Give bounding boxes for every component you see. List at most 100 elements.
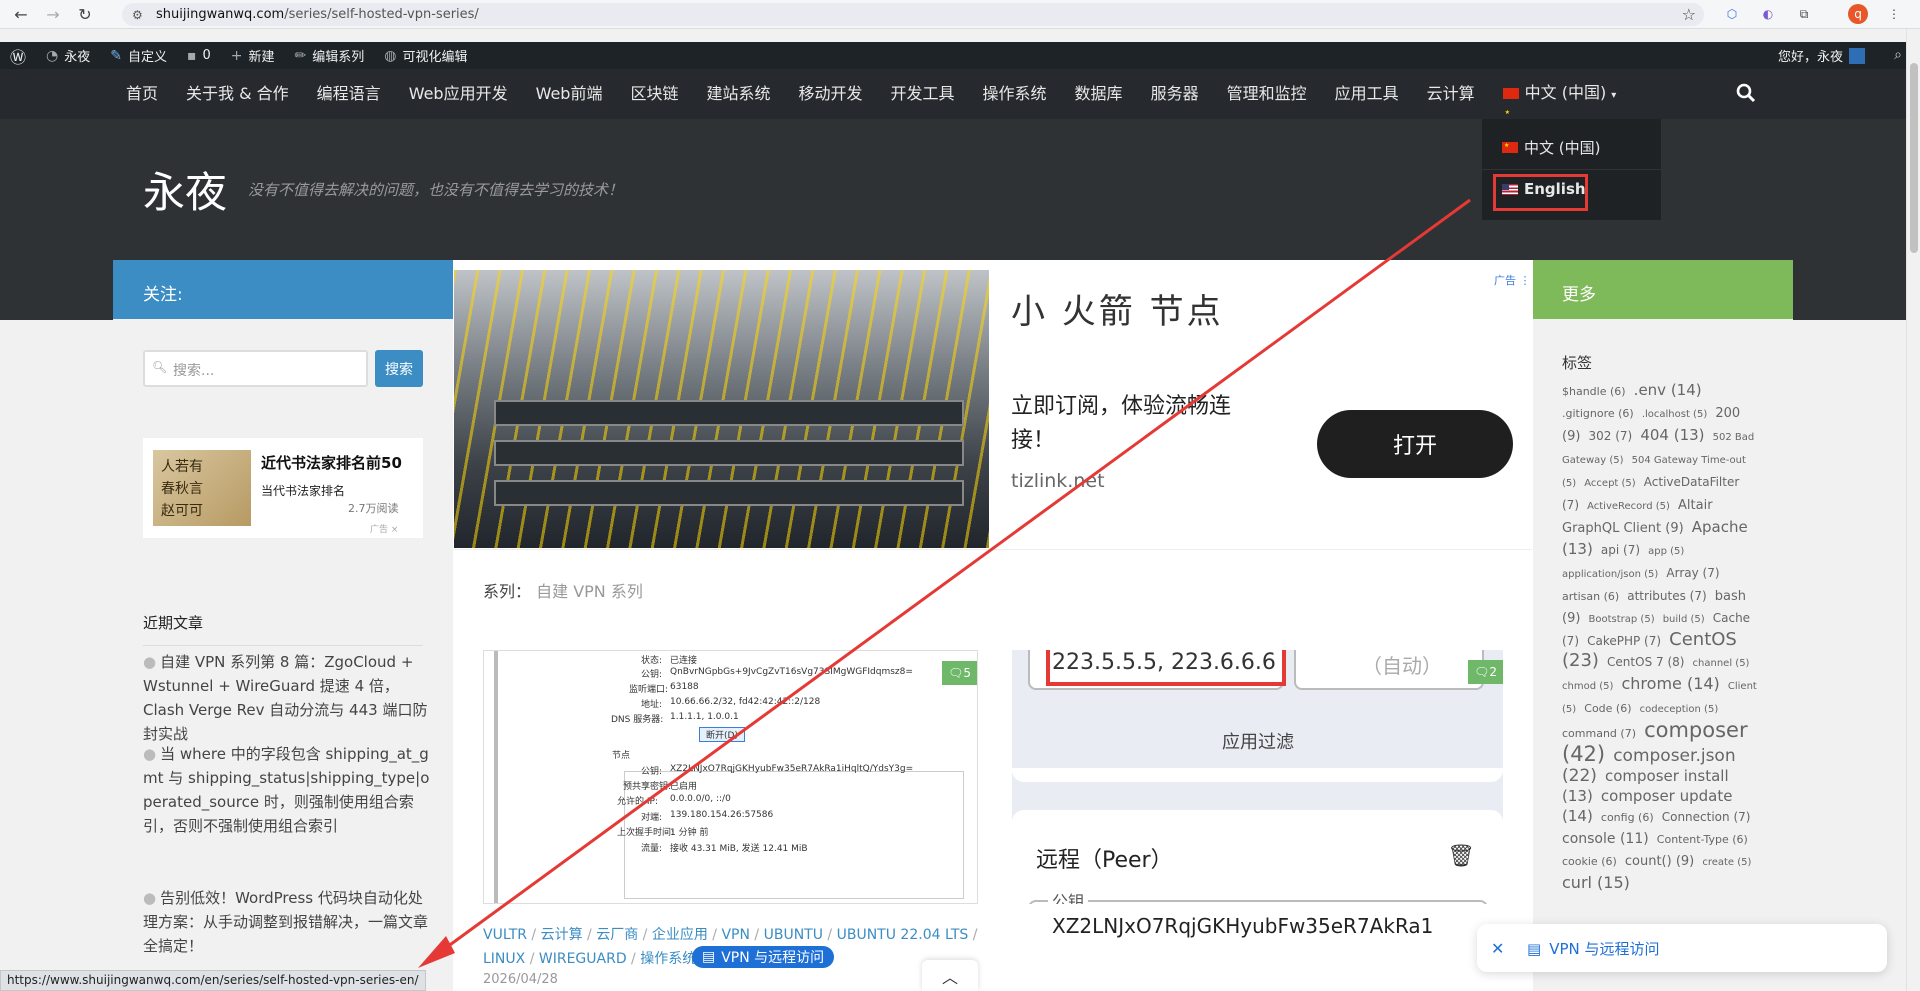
post-tag-link[interactable]: VULTR [483, 927, 527, 943]
banner-ad-open-button[interactable]: 打开 [1317, 410, 1513, 478]
nav-item-cloud[interactable]: 云计算 [1413, 69, 1489, 119]
close-icon[interactable]: × [391, 525, 399, 535]
tag-cloud-item[interactable]: codeception (5) [1640, 704, 1719, 715]
tag-cloud-item[interactable]: CakePHP (7) [1587, 634, 1661, 648]
nav-item-blockchain[interactable]: 区块链 [616, 69, 692, 119]
tag-cloud-item[interactable]: build (5) [1663, 614, 1705, 625]
tag-cloud-item[interactable]: Array (7) [1666, 566, 1719, 580]
banner-ad[interactable]: 小 火箭 节点 立即订阅，体验流畅连接！ tizlink.net 打开 广告 ⋮ [454, 270, 1532, 550]
comment-count-badge[interactable]: 🗨︎ 2 [1468, 660, 1503, 684]
address-bar[interactable]: ⚙ shuijingwanwq.com/series/self-hosted-v… [122, 3, 1704, 26]
recent-post-item[interactable]: ● 当 where 中的字段包含 shipping_at_gmt 与 shippi… [143, 742, 433, 838]
tag-cloud-item[interactable]: artisan (6) [1562, 590, 1619, 603]
post-tag-link[interactable]: UBUNTU 22.04 LTS [837, 927, 969, 943]
post-tag-link[interactable]: UBUNTU [764, 927, 823, 943]
post-thumbnail-wireguard-mobile[interactable]: 223.5.5.5, 223.6.6.6 （自动） 应用过滤 远程（Peer） … [1012, 650, 1503, 904]
tag-cloud-item[interactable]: Code (6) [1584, 702, 1631, 715]
adminbar-search-icon[interactable]: ⌕ [1894, 47, 1902, 63]
tag-cloud-item[interactable]: Content-Type (6) [1657, 833, 1748, 846]
tag-cloud-item[interactable]: .localhost (5) [1642, 409, 1707, 420]
tag-cloud-item[interactable]: $handle (6) [1562, 385, 1626, 398]
nav-item-app-tools[interactable]: 应用工具 [1321, 69, 1413, 119]
back-arrow-icon[interactable]: ← [10, 3, 32, 25]
forward-arrow-icon[interactable]: → [42, 3, 64, 25]
tag-cloud-item[interactable]: Connection (7) [1662, 810, 1751, 824]
adminbar-edit-series[interactable]: ✏ 编辑系列 [285, 42, 375, 69]
adminbar-new[interactable]: + 新建 [221, 42, 285, 69]
tag-cloud-item[interactable]: chmod (5) [1562, 681, 1613, 692]
vpn-category-pill[interactable]: ▤ VPN 与远程访问 [692, 946, 835, 968]
tag-cloud-item[interactable]: cookie (6) [1562, 855, 1617, 868]
tag-cloud-item[interactable]: attributes (7) [1627, 589, 1706, 603]
reload-icon[interactable]: ↻ [74, 3, 96, 25]
post-tag-link[interactable]: 云计算 [541, 927, 583, 943]
extension-planet-icon[interactable]: ◐ [1758, 4, 1778, 24]
comment-count-badge[interactable]: 🗨︎ 5 [942, 661, 977, 685]
recent-post-link[interactable]: 自建 VPN 系列第 8 篇：ZgoCloud + Wstunnel + Wir… [143, 653, 427, 743]
bookmark-star-icon[interactable]: ☆ [1682, 5, 1696, 24]
post-tag-link[interactable]: 企业应用 [652, 927, 708, 943]
post-tag-link[interactable]: 云厂商 [596, 927, 638, 943]
nav-item-language-switcher[interactable]: 中文 (中国) ▾ [1489, 68, 1631, 138]
nav-item-languages[interactable]: 编程语言 [303, 69, 395, 119]
lang-option-zh[interactable]: 中文 (中国) [1502, 137, 1600, 158]
adminbar-visual-edit[interactable]: ◍ 可视化编辑 [374, 42, 477, 69]
tag-cloud-item[interactable]: curl (15) [1562, 873, 1630, 892]
tag-cloud-item[interactable]: .env (14) [1634, 381, 1702, 399]
tag-cloud-item[interactable]: console (11) [1562, 831, 1649, 847]
nav-item-monitoring[interactable]: 管理和监控 [1213, 69, 1321, 119]
scroll-up-chevron-icon[interactable]: ︿ [922, 960, 978, 991]
nav-item-home[interactable]: 首页 [112, 69, 172, 119]
search-button[interactable]: 搜索 [375, 350, 423, 387]
tag-cloud-item[interactable]: Bootstrap (5) [1589, 614, 1655, 625]
search-input[interactable]: 搜索... [143, 350, 368, 387]
toc-link[interactable]: ▤ VPN 与远程访问 [1527, 938, 1659, 959]
tag-cloud-item[interactable]: api (7) [1601, 543, 1640, 557]
recent-post-link[interactable]: 当 where 中的字段包含 shipping_at_gmt 与 shippin… [143, 745, 429, 835]
nav-item-frontend[interactable]: Web前端 [522, 69, 617, 119]
tag-cloud-item[interactable]: channel (5) [1693, 658, 1750, 669]
post-tag-link[interactable]: LINUX [483, 951, 525, 967]
page-scrollbar[interactable] [1906, 29, 1920, 991]
floating-series-toc[interactable]: ✕ ▤ VPN 与远程访问 [1477, 924, 1887, 972]
nav-item-about[interactable]: 关于我 & 合作 [172, 69, 303, 119]
tag-cloud-item[interactable]: .gitignore (6) [1562, 407, 1634, 420]
tag-cloud-item[interactable]: ActiveRecord (5) [1587, 501, 1670, 512]
post-thumbnail-wireguard-client[interactable]: 状态: 已连接 公钥: QnBvrNGpbGs+9JvCgZvT16sVg73SIMg… [483, 650, 978, 904]
tag-cloud-item[interactable]: count() (9) [1625, 854, 1694, 869]
recent-post-item[interactable]: ● 告别低效！WordPress 代码块自动化处理方案：从手动调整到报错解决，一篇… [143, 886, 433, 958]
site-info-icon[interactable]: ⚙ [132, 8, 146, 22]
search-icon[interactable] [1736, 83, 1756, 103]
tag-cloud-item[interactable]: CentOS 7 (8) [1607, 655, 1684, 669]
series-name[interactable]: 自建 VPN 系列 [536, 582, 643, 601]
adminbar-comments[interactable]: ▪ 0 [177, 42, 221, 69]
extension-hex-icon[interactable]: ⬡ [1722, 4, 1742, 24]
nav-item-dev-tools[interactable]: 开发工具 [877, 69, 969, 119]
nav-item-site-systems[interactable]: 建站系统 [692, 69, 784, 119]
post-tag-link[interactable]: WIREGUARD [539, 951, 627, 967]
nav-item-server[interactable]: 服务器 [1137, 69, 1213, 119]
profile-avatar[interactable]: q [1848, 4, 1868, 24]
tag-cloud-item[interactable]: app (5) [1648, 546, 1684, 557]
tag-cloud-item[interactable]: command (7) [1562, 727, 1636, 740]
site-title[interactable]: 永夜 [143, 159, 227, 220]
recent-post-item[interactable]: ● 自建 VPN 系列第 8 篇：ZgoCloud + Wstunnel + Wi… [143, 650, 433, 746]
tag-cloud-item[interactable]: 404 (13) [1640, 426, 1704, 444]
browser-menu-icon[interactable]: ⋮ [1884, 4, 1904, 24]
post-tag-link[interactable]: VPN [721, 927, 750, 943]
recent-post-link[interactable]: 告别低效！WordPress 代码块自动化处理方案：从手动调整到报错解决，一篇文… [143, 889, 428, 955]
nav-item-os[interactable]: 操作系统 [969, 69, 1061, 119]
wp-logo-icon[interactable]: Ⓦ [0, 42, 36, 69]
adminbar-customize[interactable]: ✎ 自定义 [100, 42, 177, 69]
extensions-puzzle-icon[interactable]: ⧉ [1794, 4, 1814, 24]
post-tag-link[interactable]: 操作系统 [640, 951, 696, 967]
tag-cloud-item[interactable]: chrome (14) [1621, 674, 1719, 693]
sidebar-ad-card[interactable]: 人若有 春秋言 赵可可 近代书法家排名前50 当代书法家排名 2.7万阅读 广告… [143, 438, 423, 538]
close-icon[interactable]: ✕ [1491, 939, 1511, 958]
scrollbar-thumb[interactable] [1910, 63, 1918, 253]
tag-cloud-item[interactable]: application/json (5) [1562, 569, 1658, 580]
ad-badge[interactable]: 广告 × [370, 522, 398, 535]
ad-choices-label[interactable]: 广告 ⋮ [1494, 272, 1531, 288]
nav-item-database[interactable]: 数据库 [1061, 69, 1137, 119]
tag-cloud-item[interactable]: create (5) [1702, 857, 1751, 868]
